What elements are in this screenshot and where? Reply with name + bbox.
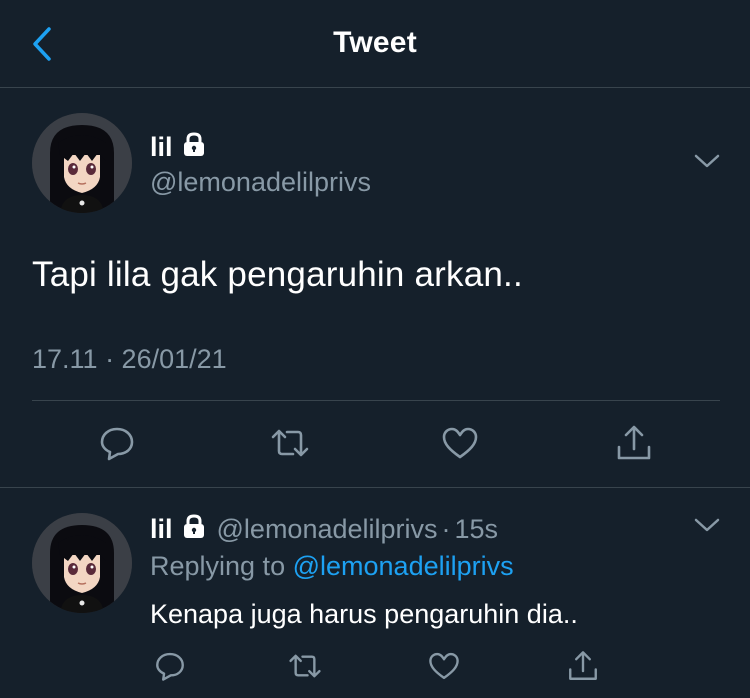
replying-to-label: Replying to	[150, 551, 286, 581]
share-button[interactable]	[561, 644, 605, 688]
chevron-down-icon	[694, 518, 720, 532]
tweet-menu-button[interactable]	[690, 144, 724, 178]
display-name-text[interactable]: lil	[150, 514, 173, 545]
divider	[32, 400, 720, 401]
retweet-button[interactable]	[283, 644, 327, 688]
retweet-icon	[289, 654, 321, 678]
user-handle[interactable]: @lemonadelilprivs	[217, 514, 438, 545]
page-title: Tweet	[333, 26, 417, 59]
reply-time: 15s	[454, 514, 499, 544]
reply-icon	[156, 652, 184, 681]
tweet-detail-screen: Tweet lil @lemonadelilprivs Tapi lila ga…	[0, 0, 750, 698]
like-icon	[442, 427, 478, 459]
tweet-menu-button[interactable]	[690, 508, 724, 542]
like-button[interactable]	[438, 421, 482, 465]
reply-text: Kenapa juga harus pengaruhin dia..	[150, 599, 578, 629]
like-button[interactable]	[422, 644, 466, 688]
reply-button[interactable]	[148, 644, 192, 688]
chevron-down-icon	[694, 154, 720, 168]
avatar-image	[32, 113, 132, 213]
retweet-icon	[271, 429, 309, 457]
lock-icon	[181, 513, 207, 546]
display-name[interactable]: lil	[150, 131, 207, 164]
user-handle[interactable]: @lemonadelilprivs	[150, 167, 371, 198]
replying-to-line: Replying to @lemonadelilprivs	[150, 551, 514, 582]
display-name-text: lil	[150, 132, 173, 162]
avatar[interactable]	[32, 113, 132, 213]
retweet-button[interactable]	[268, 421, 312, 465]
reply-header: lil @lemonadelilprivs · 15s	[150, 513, 498, 546]
share-icon	[617, 425, 651, 460]
separator-dot: ·	[441, 514, 451, 544]
share-icon	[569, 651, 597, 680]
top-nav-bar: Tweet	[0, 0, 750, 88]
like-icon	[429, 652, 459, 680]
tweet-timestamp: 17.11 · 26/01/21	[32, 344, 227, 374]
reply-icon	[100, 427, 134, 461]
reply-button[interactable]	[95, 421, 139, 465]
avatar[interactable]	[32, 513, 132, 613]
lock-icon	[181, 131, 207, 164]
main-tweet: lil @lemonadelilprivs Tapi lila gak peng…	[0, 88, 750, 488]
avatar-image	[32, 513, 132, 613]
tweet-text: Tapi lila gak pengaruhin arkan..	[32, 255, 523, 294]
replying-to-mention[interactable]: @lemonadelilprivs	[293, 551, 514, 581]
share-button[interactable]	[612, 421, 656, 465]
reply-tweet[interactable]: lil @lemonadelilprivs · 15s Replying to …	[0, 488, 750, 698]
